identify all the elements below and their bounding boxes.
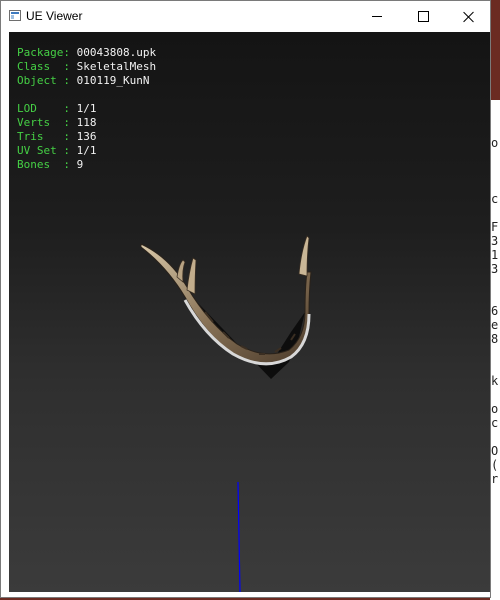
mesh-viewport[interactable]: Package: 00043808.upk Class : SkeletalMe… — [9, 32, 490, 592]
info-key: UV Set : — [17, 144, 77, 157]
background-text: F — [491, 220, 499, 234]
background-text: O — [491, 444, 499, 458]
app-window-icon[interactable] — [9, 10, 21, 21]
background-text: c — [491, 192, 499, 206]
axis-line — [237, 481, 241, 592]
background-text: 3 — [491, 234, 499, 248]
maximize-button[interactable] — [400, 1, 446, 32]
info-value: 9 — [76, 158, 84, 171]
mesh-tip — [298, 235, 310, 277]
background-window: o c F 3 1 3 6 e 8 k o c O ( r — [490, 100, 500, 600]
background-text: c — [491, 416, 499, 430]
background-text: 6 — [491, 304, 499, 318]
title-bar[interactable]: UE Viewer — [1, 1, 490, 32]
background-text: ( — [491, 458, 499, 472]
window-title: UE Viewer — [26, 9, 83, 23]
info-key: Verts : — [17, 116, 77, 129]
minimize-icon — [372, 16, 382, 17]
info-value: 010119_KunN — [76, 74, 150, 87]
info-row-package: Package: 00043808.upk — [17, 46, 156, 60]
background-text: 8 — [491, 332, 499, 346]
info-key: Object : — [17, 74, 77, 87]
info-value: SkeletalMesh — [76, 60, 157, 73]
mesh-prong — [186, 257, 197, 295]
mesh-info-overlay: Package: 00043808.upk Class : SkeletalMe… — [17, 46, 156, 172]
info-row-tris: Tris : 136 — [17, 130, 156, 144]
ue-viewer-window[interactable]: UE Viewer Package: 00043808.upk Class: … — [0, 0, 491, 598]
info-value: 00043808.upk — [76, 46, 157, 59]
background-text: o — [491, 136, 499, 150]
info-row-uvset: UV Set : 1/1 — [17, 144, 156, 158]
info-value: 118 — [76, 116, 97, 129]
info-key: Class : — [17, 60, 77, 73]
info-value: 1/1 — [76, 144, 97, 157]
info-key: Package: — [17, 46, 77, 59]
info-row-object: Object : 010119_KunN — [17, 74, 156, 88]
info-value: 1/1 — [76, 102, 97, 115]
close-icon — [463, 11, 475, 23]
info-row-lod: LOD : 1/1 — [17, 102, 156, 116]
background-text: r — [491, 472, 499, 486]
mesh-shadow — [197, 302, 305, 379]
background-text: 3 — [491, 262, 499, 276]
background-text: k — [491, 374, 499, 388]
minimize-button[interactable] — [354, 1, 400, 32]
background-text: e — [491, 318, 499, 332]
background-text: o — [491, 402, 499, 416]
info-row-bones: Bones : 9 — [17, 158, 156, 172]
maximize-icon — [417, 11, 429, 22]
background-text: 1 — [491, 248, 499, 262]
info-row-verts: Verts : 118 — [17, 116, 156, 130]
info-key: LOD : — [17, 102, 77, 115]
info-key: Tris : — [17, 130, 77, 143]
close-button[interactable] — [446, 1, 492, 32]
info-row-class: Class : SkeletalMesh — [17, 60, 156, 74]
info-value: 136 — [76, 130, 97, 143]
info-key: Bones : — [17, 158, 77, 171]
